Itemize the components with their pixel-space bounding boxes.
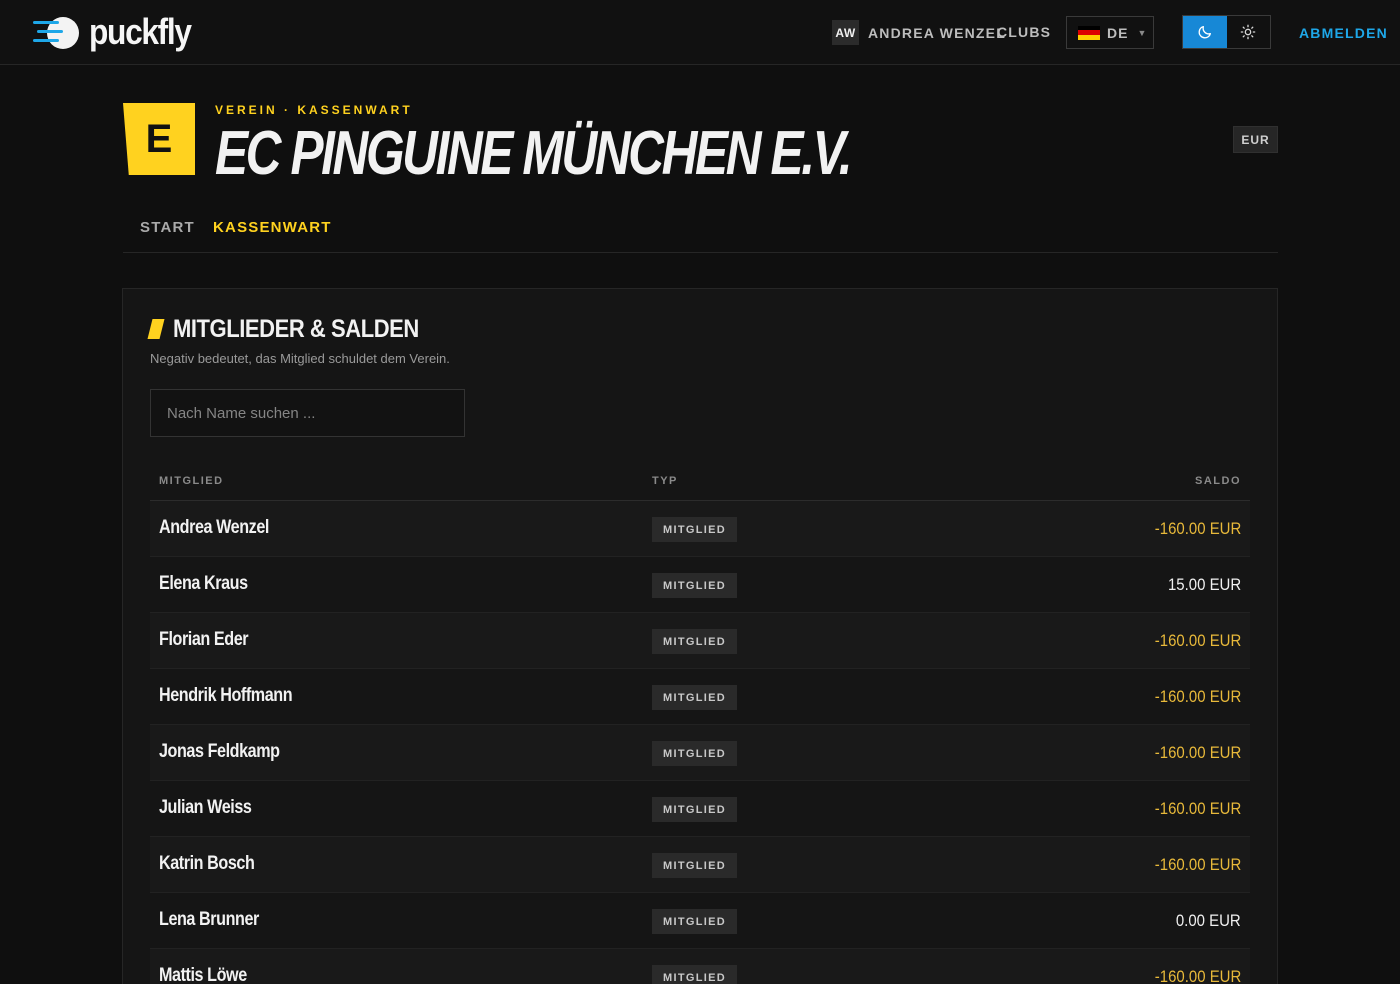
tab-start[interactable]: START	[140, 219, 195, 236]
member-name: Elena Kraus	[159, 573, 248, 594]
table-row[interactable]: Lena Brunner MITGLIED 0.00 EUR	[150, 893, 1250, 949]
members-balances-card: MITGLIEDER & SALDEN Negativ bedeutet, da…	[122, 288, 1278, 984]
member-name: Julian Weiss	[159, 797, 252, 818]
club-badge-letter: E	[145, 116, 173, 161]
language-code: DE	[1107, 24, 1129, 41]
member-type-badge: MITGLIED	[652, 741, 737, 766]
logo-wordmark: puckfly	[89, 11, 192, 52]
member-balance: -160.00 EUR	[1154, 799, 1241, 818]
tab-kassenwart[interactable]: KASSENWART	[213, 219, 332, 236]
column-header-member: MITGLIED	[159, 475, 224, 487]
title-accent-bar	[147, 319, 165, 339]
dark-theme-button[interactable]	[1183, 16, 1227, 48]
language-selector[interactable]: DE ▼	[1066, 16, 1154, 49]
chevron-down-icon: ▼	[1137, 27, 1147, 38]
member-balance: -160.00 EUR	[1154, 743, 1241, 762]
sun-icon	[1240, 24, 1256, 40]
light-theme-button[interactable]	[1227, 16, 1271, 48]
logout-link[interactable]: ABMELDEN	[1299, 25, 1388, 41]
top-navigation-bar: puckfly AW ANDREA WENZEL CLUBS DE ▼ ABME…	[0, 0, 1400, 65]
member-name: Jonas Feldkamp	[159, 741, 280, 762]
member-balance: -160.00 EUR	[1154, 519, 1241, 538]
search-input[interactable]	[150, 389, 465, 437]
table-header: MITGLIED TYP SALDO	[150, 467, 1250, 501]
member-type-badge: MITGLIED	[652, 797, 737, 822]
column-header-type: TYP	[652, 475, 678, 487]
member-balance: -160.00 EUR	[1154, 855, 1241, 874]
member-name: Lena Brunner	[159, 909, 259, 930]
table-row[interactable]: Elena Kraus MITGLIED 15.00 EUR	[150, 557, 1250, 613]
column-header-balance: SALDO	[1195, 475, 1241, 487]
table-row[interactable]: Andrea Wenzel MITGLIED -160.00 EUR	[150, 501, 1250, 557]
table-row[interactable]: Mattis Löwe MITGLIED -160.00 EUR	[150, 949, 1250, 984]
table-row[interactable]: Florian Eder MITGLIED -160.00 EUR	[150, 613, 1250, 669]
member-name: Katrin Bosch	[159, 853, 255, 874]
user-name: ANDREA WENZEL	[868, 24, 1006, 41]
clubs-link[interactable]: CLUBS	[997, 24, 1051, 40]
members-table-body: Andrea Wenzel MITGLIED -160.00 EUR Elena…	[150, 501, 1250, 984]
user-menu[interactable]: AW ANDREA WENZEL	[832, 20, 1006, 45]
member-name: Florian Eder	[159, 629, 249, 650]
table-row[interactable]: Julian Weiss MITGLIED -160.00 EUR	[150, 781, 1250, 837]
member-balance: -160.00 EUR	[1154, 967, 1241, 984]
member-balance: -160.00 EUR	[1154, 631, 1241, 650]
avatar: AW	[832, 20, 859, 45]
card-title: MITGLIEDER & SALDEN	[173, 315, 419, 343]
club-kicker: VEREIN · KASSENWART	[215, 103, 413, 117]
member-name: Hendrik Hoffmann	[159, 685, 293, 706]
member-name: Mattis Löwe	[159, 965, 247, 984]
table-row[interactable]: Jonas Feldkamp MITGLIED -160.00 EUR	[150, 725, 1250, 781]
member-type-badge: MITGLIED	[652, 573, 737, 598]
member-type-badge: MITGLIED	[652, 853, 737, 878]
member-balance: 15.00 EUR	[1167, 575, 1241, 594]
member-type-badge: MITGLIED	[652, 517, 737, 542]
table-row[interactable]: Hendrik Hoffmann MITGLIED -160.00 EUR	[150, 669, 1250, 725]
theme-toggle	[1182, 15, 1271, 49]
puck-logo-icon	[33, 12, 81, 52]
member-type-badge: MITGLIED	[652, 965, 737, 984]
member-name: Andrea Wenzel	[159, 517, 269, 538]
club-badge: E	[123, 103, 195, 175]
member-type-badge: MITGLIED	[652, 629, 737, 654]
member-balance: -160.00 EUR	[1154, 687, 1241, 706]
member-type-badge: MITGLIED	[652, 685, 737, 710]
page-title: EC PINGUINE MÜNCHEN E.V.	[215, 119, 852, 188]
table-row[interactable]: Katrin Bosch MITGLIED -160.00 EUR	[150, 837, 1250, 893]
currency-badge: EUR	[1233, 126, 1278, 153]
section-tabs: START KASSENWART	[123, 205, 1278, 253]
app-logo[interactable]: puckfly	[33, 10, 205, 54]
member-balance: 0.00 EUR	[1176, 911, 1241, 930]
moon-icon	[1198, 26, 1211, 39]
member-type-badge: MITGLIED	[652, 909, 737, 934]
german-flag-icon	[1078, 25, 1100, 40]
card-subtitle: Negativ bedeutet, das Mitglied schuldet …	[150, 351, 450, 366]
